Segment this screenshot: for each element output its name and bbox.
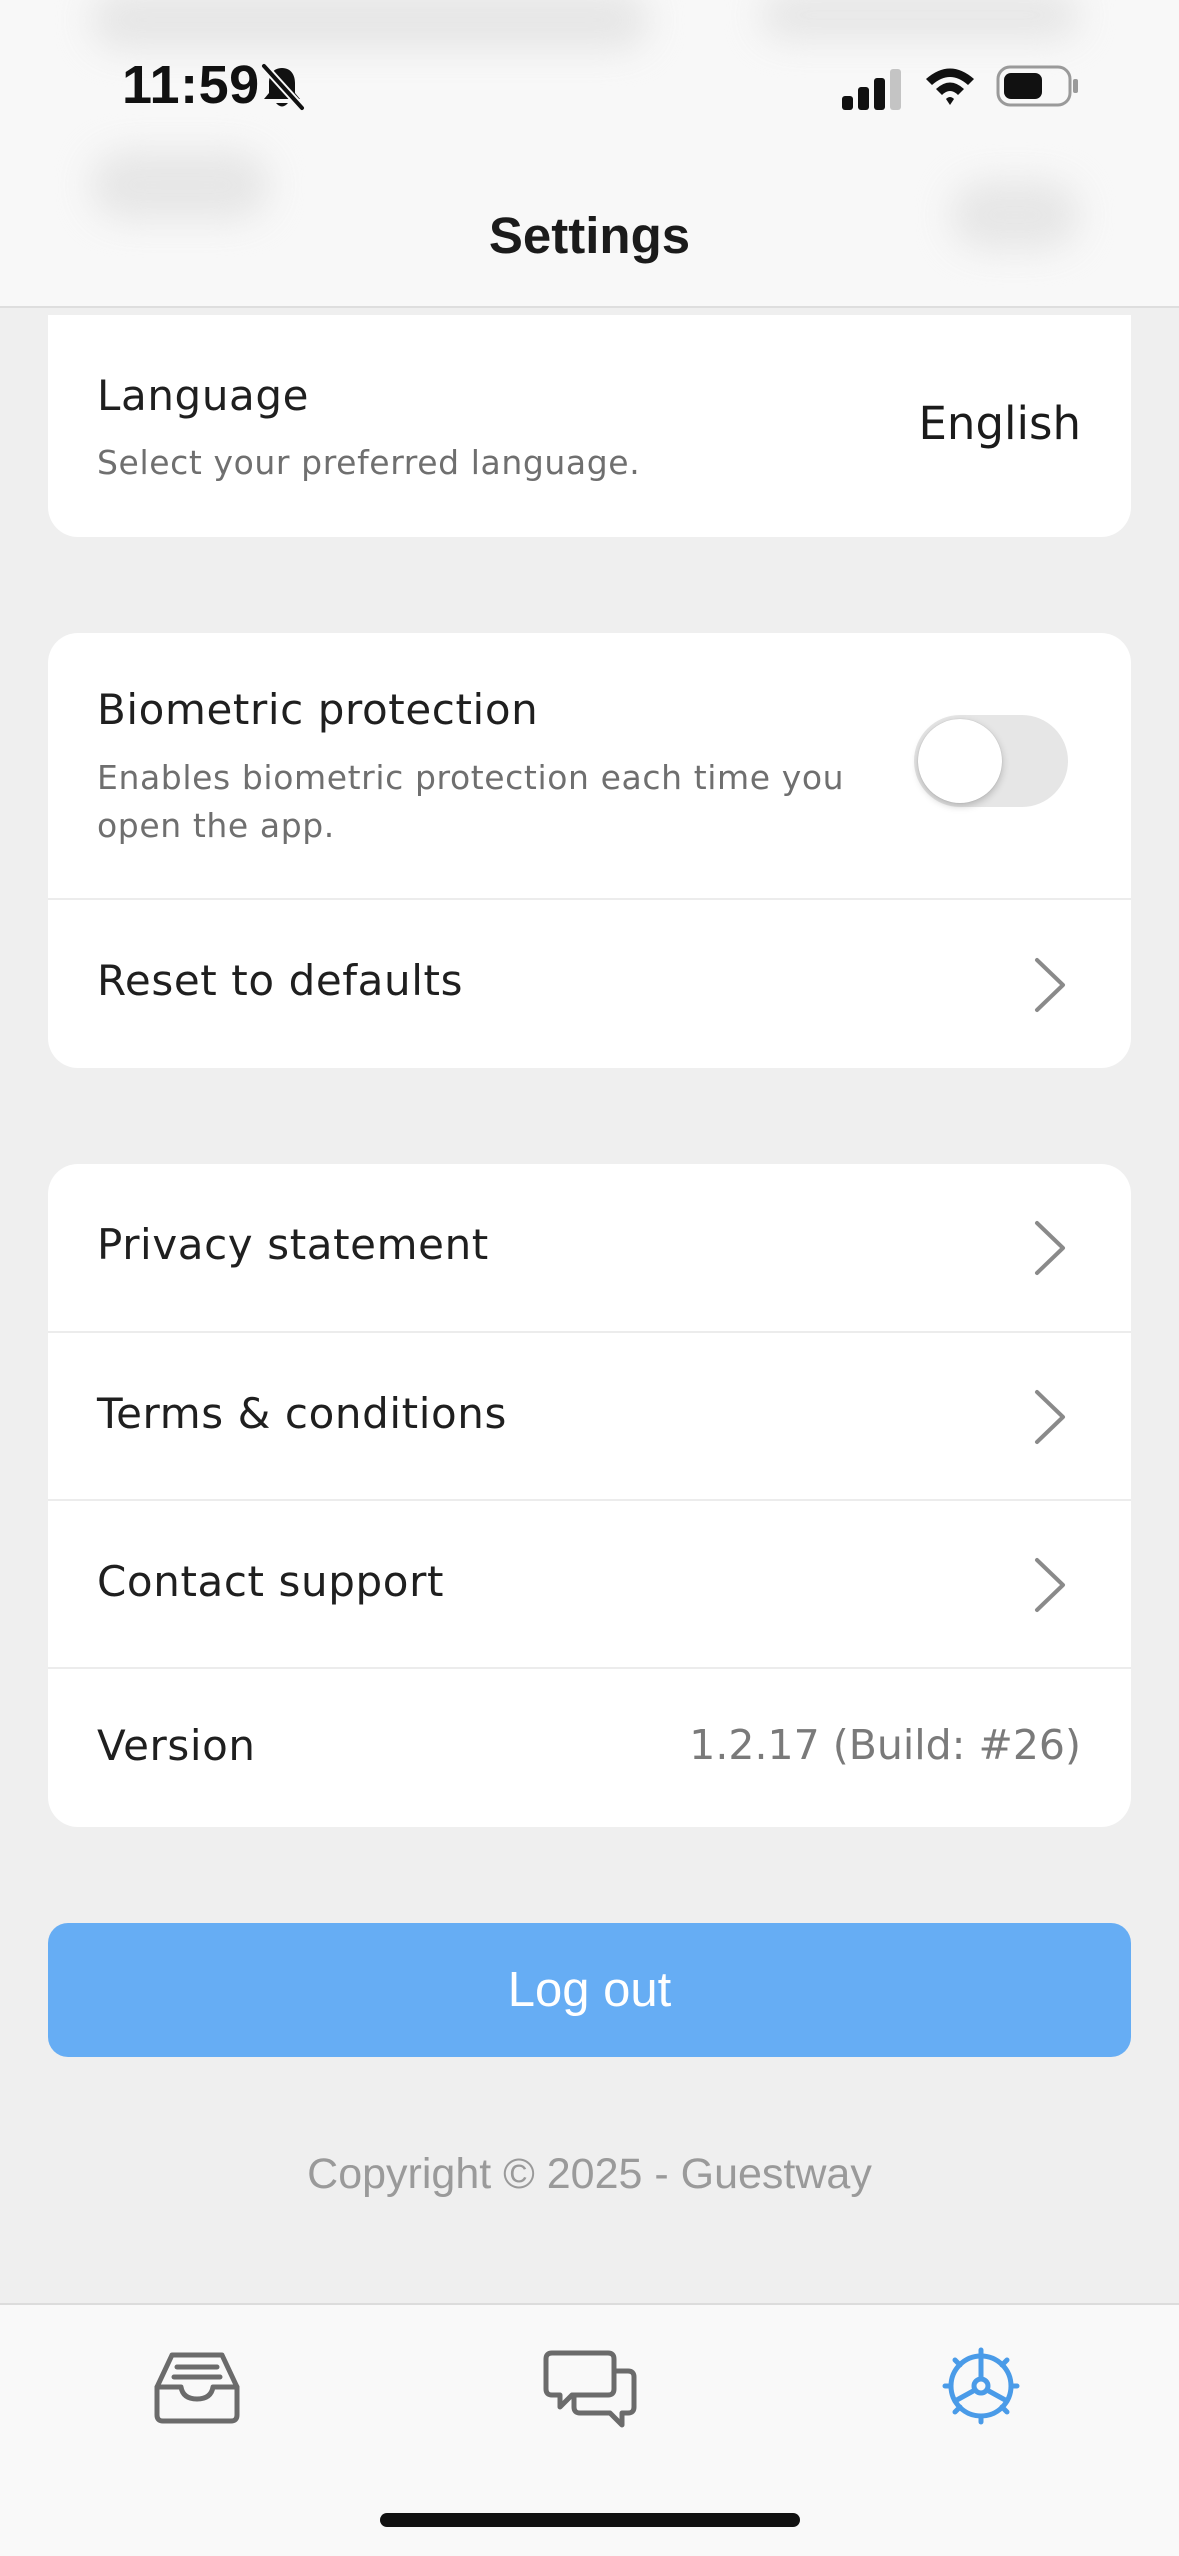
terms-conditions-row[interactable]: Terms & conditions [48,1331,1131,1499]
privacy-statement-label: Privacy statement [97,1220,489,1269]
chat-bubbles-icon[interactable] [530,2341,650,2431]
wifi-icon [926,68,974,105]
biometric-row: Biometric protection Enables biometric p… [48,633,1131,898]
language-description: Select your preferred language. [97,443,641,482]
info-card: Privacy statement Terms & conditions Con… [48,1164,1131,1827]
page-title: Settings [488,207,691,264]
settings-gear-icon[interactable] [921,2341,1041,2431]
cellular-signal-icon [842,69,901,110]
version-value: 1.2.17 (Build: #26) [689,1721,1081,1769]
terms-conditions-label: Terms & conditions [97,1389,508,1438]
biometric-description: Enables biometric protection each time y… [97,758,845,845]
copyright-text: Copyright © 2025 - Guestway [307,2150,872,2198]
security-card: Biometric protection Enables biometric p… [48,633,1131,1068]
bell-slash-icon [261,63,305,111]
inbox-icon[interactable] [137,2341,257,2431]
chevron-right-icon [1035,1221,1065,1275]
blurred-background [90,0,650,50]
contact-support-label: Contact support [97,1557,445,1606]
language-value[interactable]: English [919,397,1082,450]
reset-defaults-label: Reset to defaults [97,956,464,1005]
privacy-statement-row[interactable]: Privacy statement [48,1164,1131,1331]
toggle-knob [918,719,1002,803]
biometric-title: Biometric protection [97,685,539,734]
chevron-right-icon [1035,1390,1065,1444]
contact-support-row[interactable]: Contact support [48,1499,1131,1667]
top-bar: 11:59 Settings [0,0,1179,308]
reset-defaults-row[interactable]: Reset to defaults [48,898,1131,1068]
battery-icon [996,65,1078,107]
status-time: 11:59 [122,55,260,115]
version-label: Version [97,1721,256,1770]
blurred-background [760,0,1080,40]
version-row: Version 1.2.17 (Build: #26) [48,1667,1131,1827]
biometric-toggle[interactable] [914,715,1068,807]
home-indicator[interactable] [380,2513,800,2527]
chevron-right-icon [1035,958,1065,1012]
chevron-right-icon [1035,1558,1065,1612]
language-card: Language Select your preferred language.… [48,315,1131,537]
language-title: Language [97,371,310,420]
logout-button[interactable]: Log out [48,1923,1131,2057]
language-row[interactable]: Language Select your preferred language.… [48,315,1131,537]
